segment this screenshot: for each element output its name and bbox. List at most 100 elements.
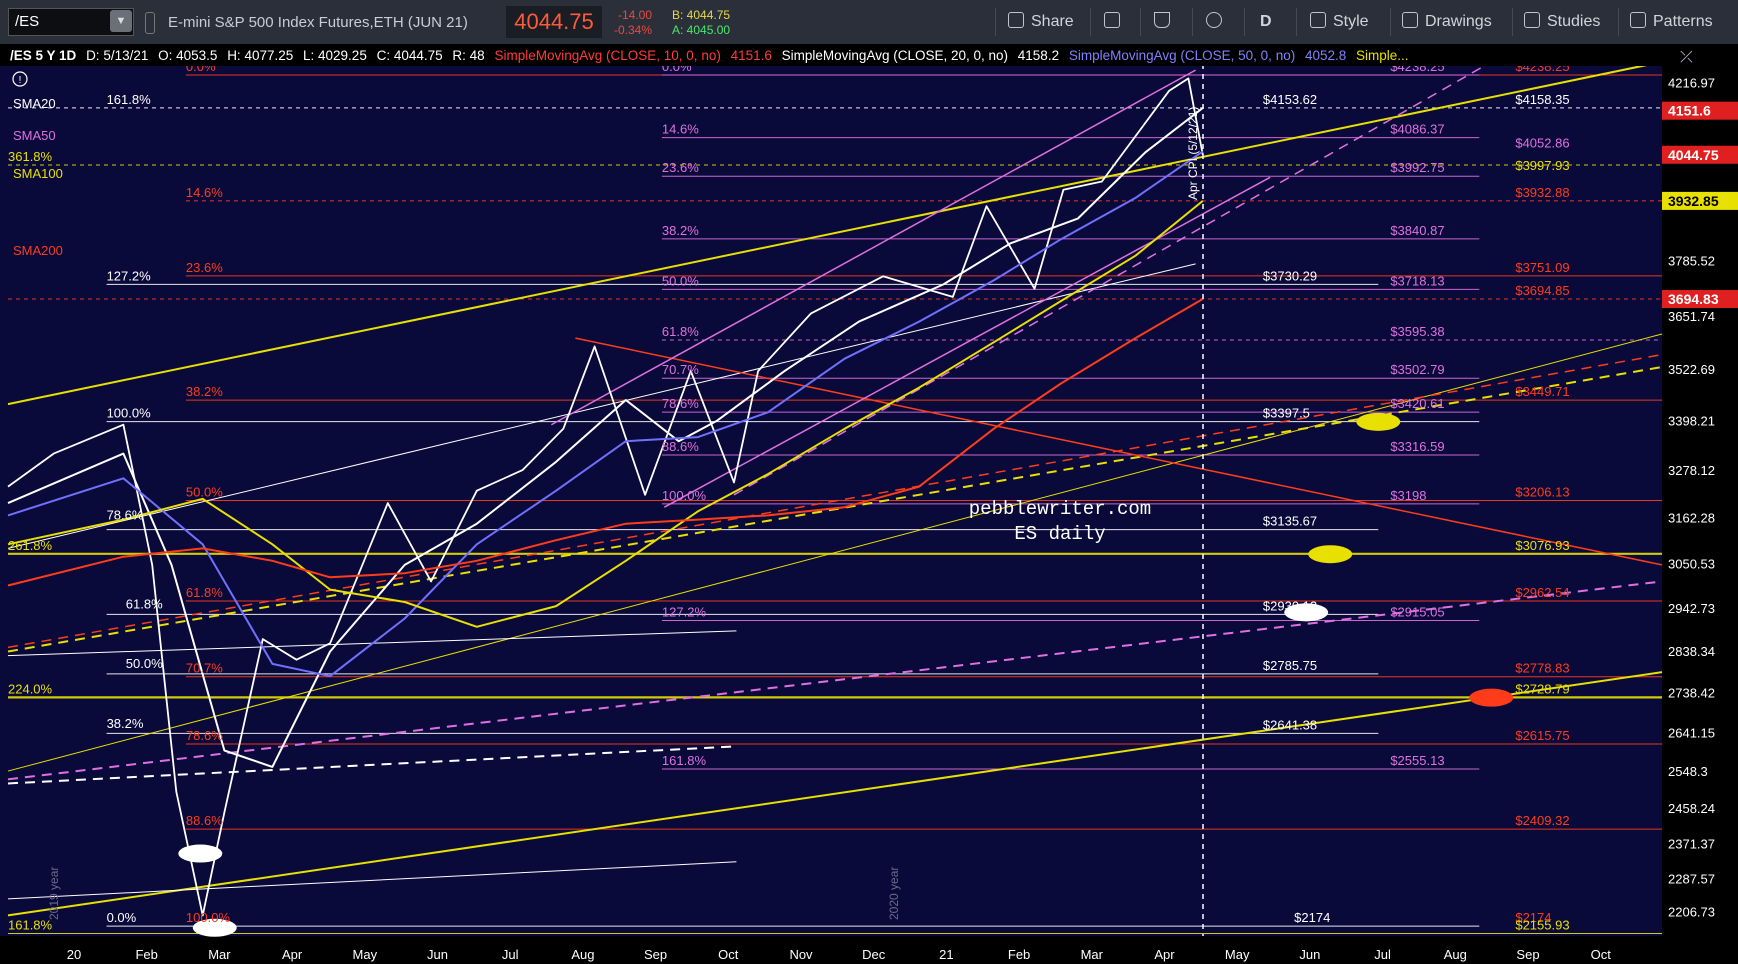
price-axis-tick: 2942.73 — [1668, 601, 1715, 616]
share-icon — [1008, 12, 1024, 28]
toolbar-separator — [1140, 8, 1141, 36]
marker-ellipse — [178, 844, 223, 863]
fib-level-label: 161.8% — [662, 753, 707, 768]
fib-level-label: $3198 — [1390, 488, 1426, 503]
price-axis-tick: 2287.57 — [1668, 871, 1715, 886]
style-button[interactable]: Style — [1310, 0, 1369, 44]
fib-level-label: 38.2% — [186, 384, 223, 399]
fib-level-label: $3840.87 — [1390, 223, 1444, 238]
header-sma20-label: SimpleMovingAvg (CLOSE, 20, 0, no) — [782, 48, 1008, 63]
drawings-button[interactable]: Drawings — [1402, 0, 1492, 44]
studies-button[interactable]: Studies — [1524, 0, 1600, 44]
fib-level-label: $3206.13 — [1515, 485, 1569, 500]
fib-level-label: 23.6% — [662, 160, 699, 175]
symbol-scroll-icon[interactable] — [145, 12, 155, 34]
share-label: Share — [1031, 13, 1074, 30]
toolbar-separator — [1296, 8, 1297, 36]
time-axis-tick: Feb — [135, 947, 157, 962]
fib-level-label: 100.0% — [186, 910, 231, 925]
price-axis-tick: 2738.42 — [1668, 685, 1715, 700]
fib-level-label: 14.6% — [186, 185, 223, 200]
year-2020-label: 2020 year — [887, 867, 901, 920]
period-button[interactable]: D — [1260, 0, 1272, 44]
header-sma50-value: 4052.8 — [1305, 48, 1346, 63]
price-axis-tick: 3162.28 — [1668, 511, 1715, 526]
price-axis-tick: 2206.73 — [1668, 905, 1715, 920]
fib-level-label: $3502.79 — [1390, 362, 1444, 377]
price-chart[interactable]: 0.0% 0.0% $4238.25 $4238.25161.8% $4153.62 $4… — [0, 44, 1738, 964]
time-axis-tick: Aug — [571, 947, 594, 962]
fib-level-label: 261.8% — [8, 538, 53, 553]
toolbar-separator — [1090, 8, 1091, 36]
header-more: Simple... — [1356, 48, 1409, 63]
toolbar-separator — [1192, 8, 1193, 36]
fib-level-label: $2728.79 — [1515, 681, 1569, 696]
fib-level-label: $2641.38 — [1263, 717, 1317, 732]
header-range: R: 48 — [452, 48, 484, 63]
gear-icon — [1206, 12, 1222, 28]
symbol-text: /ES — [15, 13, 40, 30]
marker-ellipse — [1356, 412, 1401, 431]
patterns-button[interactable]: Patterns — [1630, 0, 1713, 44]
price-axis-tick: 3785.52 — [1668, 254, 1715, 269]
fib-level-label: $2174 — [1294, 910, 1330, 925]
time-axis-tick: Sep — [644, 947, 667, 962]
flask-icon — [1154, 12, 1170, 28]
header-close: C: 4044.75 — [377, 48, 443, 63]
fib-level-label: $2778.83 — [1515, 661, 1569, 676]
price-tag-label: 3694.83 — [1668, 291, 1719, 307]
fib-level-label: 14.6% — [662, 122, 699, 137]
symbol-dropdown-icon[interactable]: ▼ — [110, 10, 132, 32]
studies-lab-button[interactable] — [1154, 0, 1177, 44]
watermark-line1: pebblewriter.com — [969, 498, 1151, 520]
marker-ellipse — [1308, 545, 1353, 564]
legend-sma50: SMA50 — [13, 128, 56, 143]
layout-button[interactable] — [1104, 0, 1127, 44]
fib-level-label: 50.0% — [662, 273, 699, 288]
info-icon-glyph: ! — [19, 75, 22, 86]
price-axis-tick: 2371.37 — [1668, 837, 1715, 852]
settings-button[interactable] — [1206, 0, 1229, 44]
symbol-description: E-mini S&P 500 Index Futures,ETH (JUN 21… — [168, 14, 468, 31]
patterns-icon — [1630, 12, 1646, 28]
header-sma10-value: 4151.6 — [731, 48, 772, 63]
bid-value: B: 4044.75 — [672, 8, 731, 22]
time-axis-tick: 21 — [939, 947, 953, 962]
fib-level-label: 88.6% — [662, 439, 699, 454]
time-axis-tick: Apr — [282, 947, 303, 962]
studies-label: Studies — [1547, 13, 1601, 30]
ask-value: A: 4045.00 — [672, 23, 731, 37]
fib-level-label: $3751.09 — [1515, 260, 1569, 275]
fib-level-label: $4086.37 — [1390, 122, 1444, 137]
price-axis-panel — [1662, 44, 1738, 964]
legend-sma200: SMA200 — [13, 243, 63, 258]
price-change: -14.00 -0.34% — [592, 8, 652, 38]
style-icon — [1310, 12, 1326, 28]
fib-level-label: $3449.71 — [1515, 384, 1569, 399]
price-tag-label: 4151.6 — [1668, 103, 1711, 119]
fib-level-label: $2962.54 — [1515, 585, 1569, 600]
fib-level-label: 127.2% — [107, 268, 152, 283]
fib-level-label: $3595.38 — [1390, 324, 1444, 339]
price-axis-tick: 2458.24 — [1668, 801, 1715, 816]
fib-level-label: 61.8% — [126, 596, 163, 611]
studies-icon — [1524, 12, 1540, 28]
chart-app: /ES ▼ E-mini S&P 500 Index Futures,ETH (… — [0, 0, 1738, 964]
cpi-note: Apr CPI (5/12/21) — [1186, 107, 1200, 200]
toolbar-separator — [1618, 8, 1619, 36]
fib-level-label: 70.7% — [186, 661, 223, 676]
share-button[interactable]: Share — [1008, 0, 1074, 44]
fib-level-label: 61.8% — [662, 324, 699, 339]
fib-level-label: $3316.59 — [1390, 439, 1444, 454]
fib-level-label: 361.8% — [8, 149, 53, 164]
legend-sma20: SMA20 — [13, 96, 56, 111]
fib-level-label: $2930.12 — [1263, 598, 1317, 613]
price-axis-tick: 3398.21 — [1668, 413, 1715, 428]
collapse-icon[interactable]: ⤫ — [1680, 49, 1693, 66]
drawings-icon — [1402, 12, 1418, 28]
time-axis-tick: Jul — [502, 947, 519, 962]
year-2019-label: 2019 year — [47, 867, 61, 920]
price-axis-tick: 3522.69 — [1668, 362, 1715, 377]
fib-level-label: $2555.13 — [1390, 753, 1444, 768]
fib-level-label: $3997.93 — [1515, 158, 1569, 173]
